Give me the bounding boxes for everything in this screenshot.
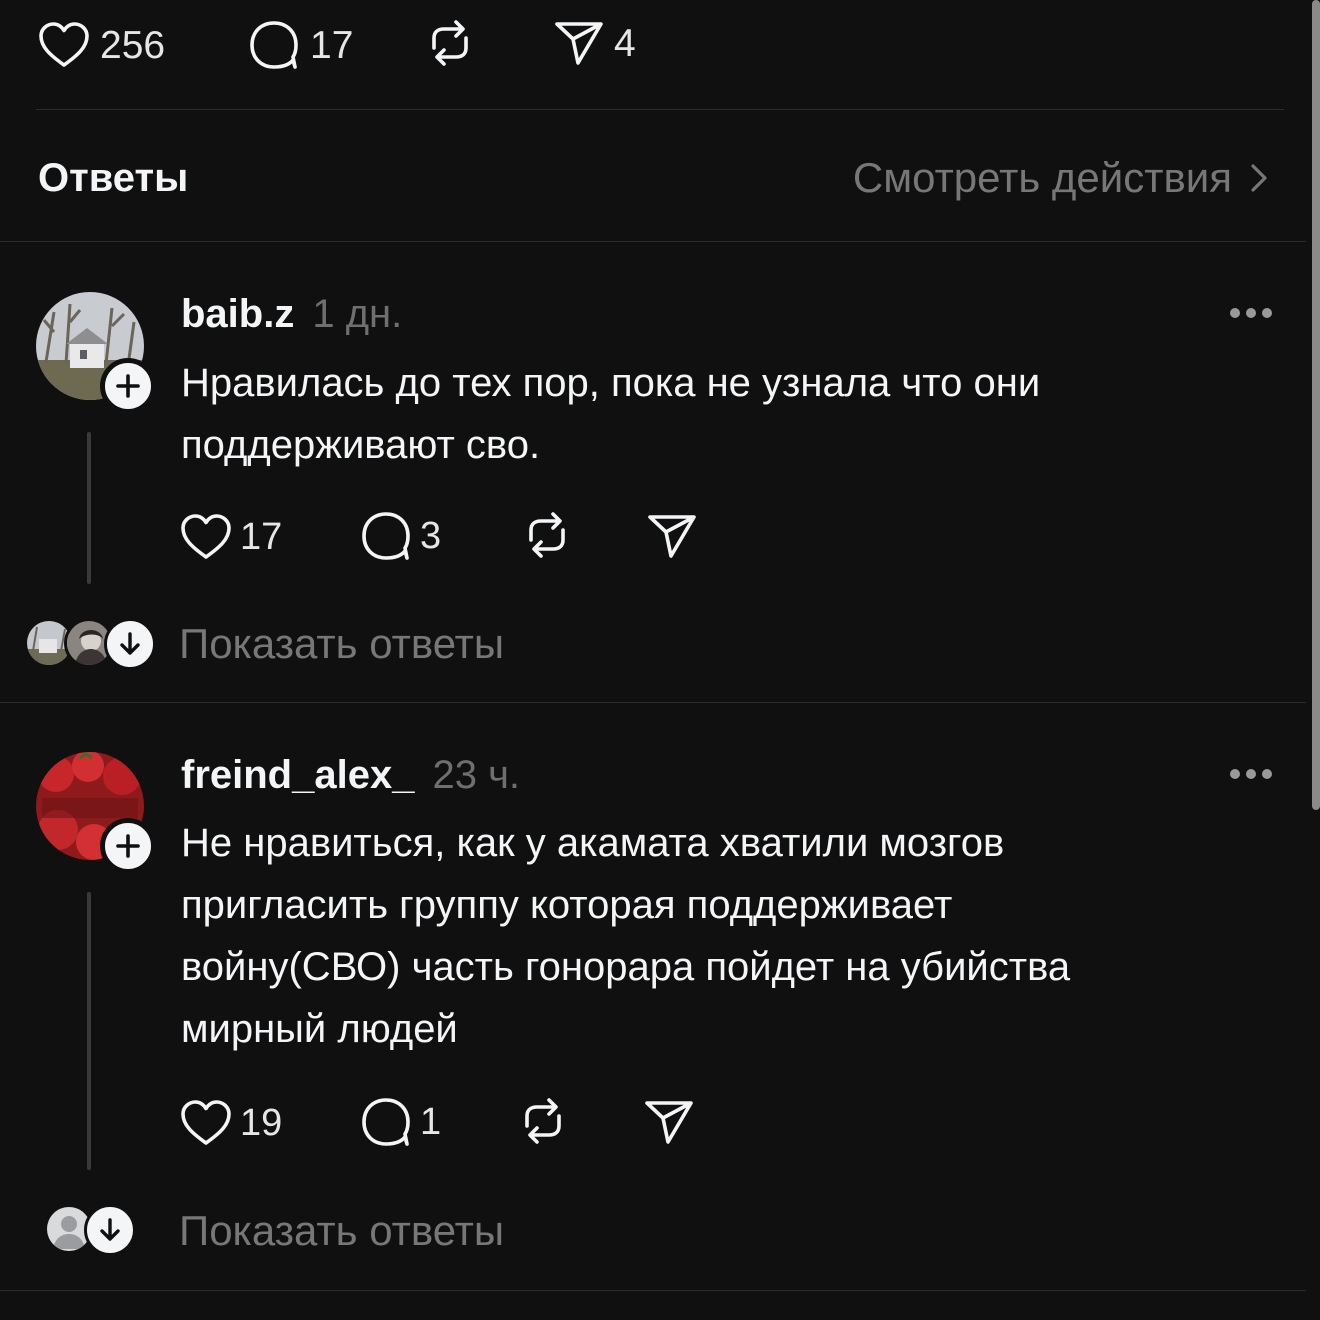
arrow-down-icon	[119, 632, 141, 656]
send-icon	[644, 1099, 694, 1145]
post-text-line: войну(СВО) часть гонорара пойдет на убий…	[181, 945, 1071, 989]
reply-count: 1	[420, 1101, 442, 1143]
repost-icon	[424, 18, 476, 68]
username[interactable]: baib.z 1 дн.	[181, 290, 402, 338]
divider	[36, 109, 1284, 110]
comment-icon	[360, 511, 412, 561]
comment-icon	[248, 20, 300, 70]
repost-icon	[517, 1096, 569, 1146]
post-text-line: мирный людей	[181, 1007, 458, 1051]
chevron-right-icon	[1232, 163, 1268, 193]
comment-icon	[360, 1097, 412, 1147]
post-text-line: Нравилась до тех пор, пока не узнала что…	[181, 361, 1041, 405]
arrow-down-icon	[99, 1218, 121, 1242]
share-button[interactable]: 4	[554, 20, 636, 66]
username-label[interactable]: freind_alex_	[181, 753, 414, 797]
like-button[interactable]: 17	[180, 514, 282, 560]
like-button[interactable]: 256	[38, 22, 165, 68]
like-count: 17	[240, 516, 283, 558]
replies-heading: Ответы	[38, 156, 189, 200]
heart-icon	[38, 22, 90, 68]
send-icon	[647, 513, 697, 559]
like-count: 19	[240, 1102, 283, 1144]
comment-button[interactable]: 17	[248, 20, 353, 70]
thread-line	[87, 432, 91, 584]
more-icon[interactable]	[1230, 308, 1272, 318]
post-text: Нравилась до тех пор, пока не узнала что…	[181, 352, 1261, 476]
divider	[0, 1290, 1306, 1291]
reply-count: 3	[420, 515, 442, 557]
plus-icon	[116, 834, 140, 858]
thread-line	[87, 892, 91, 1170]
show-replies-link[interactable]: Показать ответы	[179, 620, 504, 668]
reply-button[interactable]: 3	[360, 511, 441, 561]
view-activity-link[interactable]: Смотреть действия	[853, 154, 1268, 202]
timestamp: 1 дн.	[312, 292, 403, 336]
post-text: Не нравиться, как у акамата хватили мозг…	[181, 812, 1261, 1060]
show-replies-button[interactable]	[84, 1204, 136, 1256]
post-text-line: Не нравиться, как у акамата хватили мозг…	[181, 821, 1005, 865]
plus-icon	[116, 374, 140, 398]
post-text-line: пригласить группу которая поддерживает	[181, 883, 953, 927]
send-icon	[554, 20, 604, 66]
heart-icon	[180, 514, 232, 560]
repost-button[interactable]	[521, 510, 573, 560]
follow-button[interactable]	[100, 358, 156, 414]
like-button[interactable]: 19	[180, 1100, 282, 1146]
like-count: 256	[100, 23, 166, 67]
heart-icon	[180, 1100, 232, 1146]
share-button[interactable]	[647, 513, 697, 559]
share-button[interactable]	[644, 1099, 694, 1145]
scrollbar[interactable]	[1312, 0, 1320, 810]
repost-icon	[521, 510, 573, 560]
divider	[0, 702, 1306, 703]
repost-button[interactable]	[424, 18, 476, 68]
comment-count: 17	[310, 23, 354, 67]
divider	[0, 241, 1306, 242]
show-replies-link[interactable]: Показать ответы	[179, 1207, 504, 1255]
share-count: 4	[614, 21, 636, 65]
show-replies-button[interactable]	[104, 618, 156, 670]
view-activity-label: Смотреть действия	[852, 154, 1232, 201]
username-label[interactable]: baib.z	[181, 292, 294, 336]
repost-button[interactable]	[517, 1096, 569, 1146]
reply-button[interactable]: 1	[360, 1097, 441, 1147]
timestamp: 23 ч.	[432, 753, 521, 797]
post-text-line: поддерживают сво.	[181, 423, 541, 467]
follow-button[interactable]	[100, 818, 156, 874]
more-icon[interactable]	[1230, 769, 1272, 779]
username[interactable]: freind_alex_ 23 ч.	[181, 751, 520, 799]
